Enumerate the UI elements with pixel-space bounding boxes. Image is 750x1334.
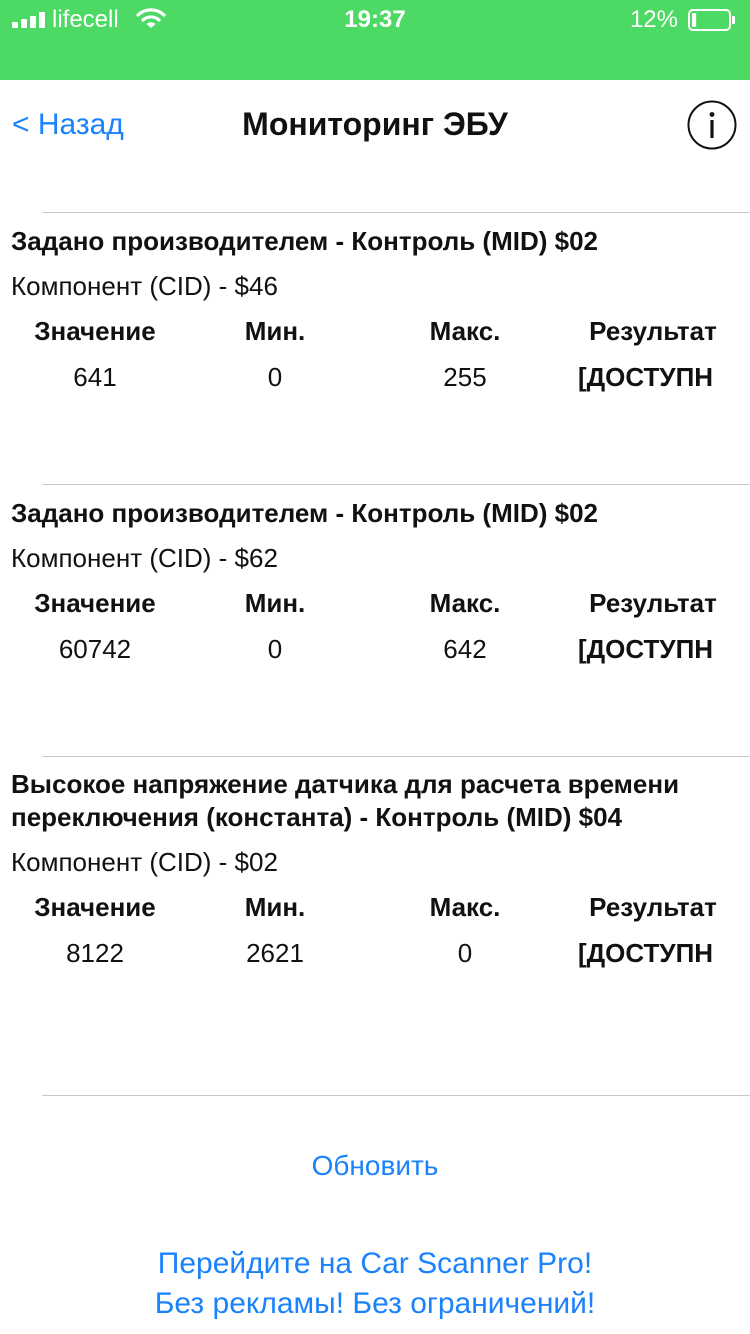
header-min: Мин. [244, 892, 306, 922]
info-icon[interactable] [687, 100, 737, 150]
test-section: Задано производителем - Контроль (MID) $… [0, 225, 750, 407]
battery-icon [688, 9, 735, 31]
test-title: Задано производителем - Контроль (MID) $… [11, 498, 598, 528]
header-max: Макс. [429, 316, 501, 346]
header-value: Значение [34, 316, 156, 346]
promo-line-1: Перейдите на Car Scanner Pro! [157, 1247, 593, 1280]
test-value: 641 [73, 362, 117, 392]
header-max: Макс. [429, 588, 501, 618]
test-value: 60742 [58, 634, 132, 664]
component-id: Компонент (CID) - $46 [11, 271, 278, 301]
component-id: Компонент (CID) - $62 [11, 543, 278, 573]
header-result: Результат [589, 892, 717, 922]
test-title: Задано производителем - Контроль (MID) $… [11, 226, 598, 256]
header-result: Результат [589, 316, 717, 346]
section-divider [42, 1095, 750, 1096]
promo-line-2: Без рекламы! Без ограничений! [154, 1287, 596, 1320]
header-min: Мин. [244, 588, 306, 618]
section-divider [42, 212, 750, 213]
test-section: Задано производителем - Контроль (MID) $… [0, 497, 750, 679]
header-value: Значение [34, 892, 156, 922]
header-min: Мин. [244, 316, 306, 346]
test-section: Высокое напряжение датчика для расчета в… [0, 768, 750, 983]
test-values-table: Значение Мин. Макс. Результат 8122 2621 … [0, 891, 750, 983]
section-divider [42, 756, 750, 757]
test-title: Высокое напряжение датчика для расчета в… [11, 769, 680, 832]
test-values-table: Значение Мин. Макс. Результат 641 0 255 … [0, 315, 750, 407]
section-divider [42, 484, 750, 485]
test-min: 0 [267, 362, 283, 392]
upgrade-promo-link[interactable]: Перейдите на Car Scanner Pro! Без реклам… [0, 1244, 750, 1324]
test-result: [ДОСТУПН [578, 362, 714, 392]
battery-percent: 12% [629, 6, 678, 33]
ecu-monitoring-screen: lifecell 19:37 12% < Назад Мониторинг ЭБ… [0, 0, 750, 1334]
test-max: 642 [443, 634, 487, 664]
test-result: [ДОСТУПН [578, 634, 714, 664]
header-value: Значение [34, 588, 156, 618]
test-max: 0 [457, 938, 473, 968]
header-max: Макс. [429, 892, 501, 922]
status-bar: lifecell 19:37 12% [0, 0, 750, 80]
test-value: 8122 [66, 938, 124, 968]
refresh-button[interactable]: Обновить [0, 1148, 750, 1184]
page-title: Мониторинг ЭБУ [242, 106, 508, 142]
test-values-table: Значение Мин. Макс. Результат 60742 0 64… [0, 587, 750, 679]
header-result: Результат [589, 588, 717, 618]
test-min: 0 [267, 634, 283, 664]
test-max: 255 [443, 362, 487, 392]
test-result: [ДОСТУПН [578, 938, 714, 968]
component-id: Компонент (CID) - $02 [11, 847, 278, 877]
test-min: 2621 [246, 938, 304, 968]
